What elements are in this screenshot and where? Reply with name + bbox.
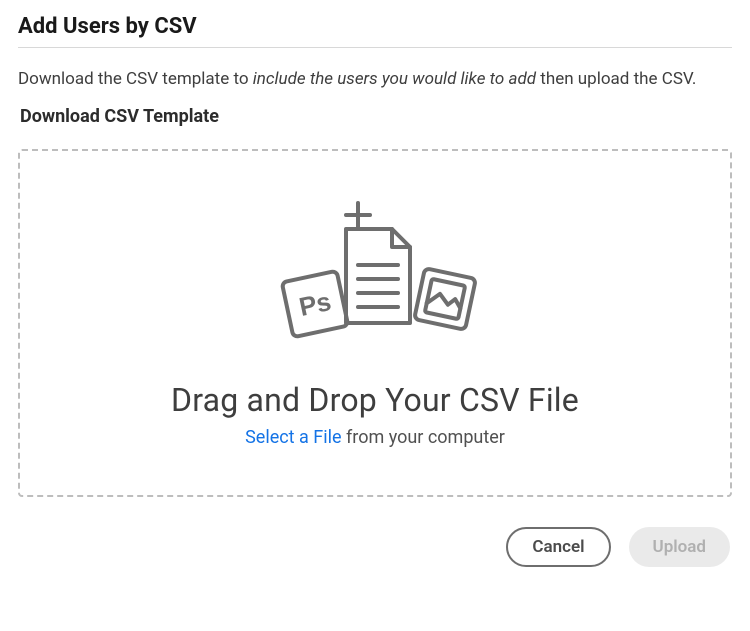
file-illustration-icon: Ps: [260, 199, 490, 363]
dropzone-sub-suffix: from your computer: [342, 427, 505, 448]
dialog-button-row: Cancel Upload: [18, 527, 732, 567]
instruction-text: Download the CSV template to include the…: [18, 66, 732, 92]
cancel-button[interactable]: Cancel: [506, 527, 610, 567]
instruction-emphasis: include the users you would like to add: [253, 69, 536, 89]
select-file-link[interactable]: Select a File: [245, 427, 341, 448]
dropzone-subtext: Select a File from your computer: [245, 427, 505, 448]
upload-button: Upload: [629, 527, 730, 567]
svg-text:Ps: Ps: [296, 286, 333, 322]
dialog-title: Add Users by CSV: [18, 14, 732, 48]
csv-dropzone[interactable]: Ps Dra: [18, 149, 732, 497]
instruction-suffix: then upload the CSV.: [536, 69, 696, 89]
download-csv-template-link[interactable]: Download CSV Template: [20, 106, 219, 127]
instruction-prefix: Download the CSV template to: [18, 69, 253, 89]
dropzone-heading: Drag and Drop Your CSV File: [171, 381, 579, 419]
